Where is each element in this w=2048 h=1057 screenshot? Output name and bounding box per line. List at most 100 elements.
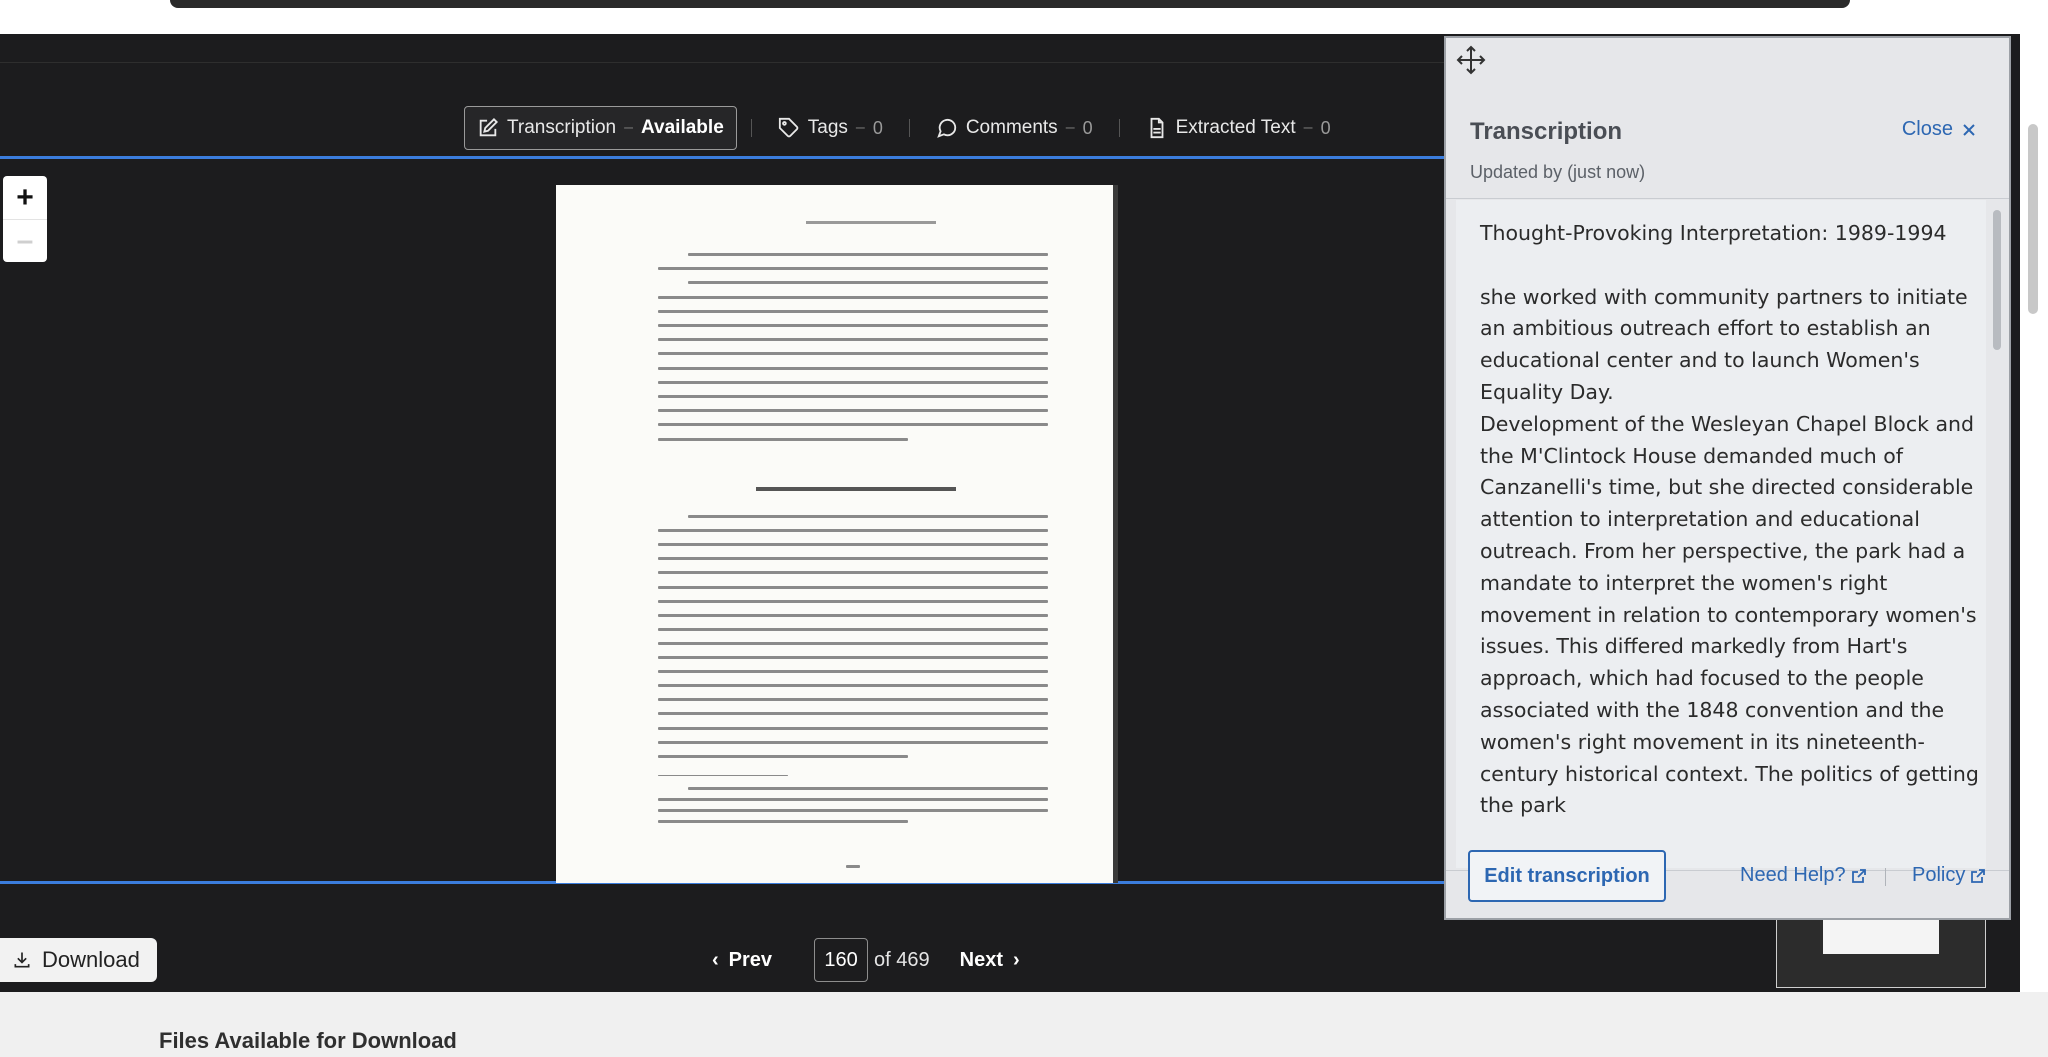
page-text-line — [658, 585, 1048, 589]
downloads-section: Files Available for Download — [0, 992, 2048, 1057]
page-scrollbar-thumb[interactable] — [2028, 124, 2038, 314]
page-text-line — [658, 684, 1048, 688]
tab-transcription-label: Transcription — [507, 117, 617, 138]
page-text-line — [658, 437, 908, 441]
prev-label: Prev — [728, 948, 773, 971]
page-text-line — [658, 809, 1048, 812]
page-scrollbar[interactable] — [2020, 34, 2048, 992]
transcription-panel: Transcription Close Updated by (just now… — [1444, 36, 2011, 920]
page-text-line — [658, 641, 1048, 645]
tab-extracted-text[interactable]: Extracted Text – 0 — [1134, 106, 1343, 150]
page-number-input[interactable]: 160 — [814, 938, 869, 982]
download-label: Download — [42, 947, 140, 972]
page-text-line — [658, 295, 1048, 299]
page-text-line — [688, 281, 1048, 285]
tab-divider — [908, 119, 910, 137]
transcription-paragraph: Development of the Wesleyan Chapel Block… — [1480, 411, 1979, 818]
close-icon — [1963, 123, 1975, 136]
page-text-line — [658, 656, 1048, 659]
link-separator — [1885, 868, 1886, 886]
tag-icon — [778, 117, 799, 138]
page-text-line — [658, 571, 1048, 575]
next-label: Next — [959, 948, 1004, 971]
page-text-line — [658, 338, 1048, 342]
need-help-label: Need Help? — [1740, 864, 1846, 886]
tab-tags-count: 0 — [872, 117, 883, 138]
transcription-text[interactable]: Thought-Provoking Interpretation: 1989-1… — [1456, 200, 1986, 868]
browser-tab-bar — [170, 0, 1850, 8]
tab-separator-dash: – — [1303, 119, 1313, 136]
close-button[interactable]: Close — [1902, 118, 1977, 141]
page-text-line — [658, 712, 1048, 716]
page-text-line — [658, 599, 1048, 603]
page-section-heading — [756, 487, 956, 491]
panel-title: Transcription — [1470, 118, 1623, 145]
page-number-mark — [846, 865, 860, 868]
zoom-out-button[interactable]: – — [3, 219, 47, 262]
policy-link[interactable]: Policy — [1912, 864, 1986, 887]
page-text-line — [658, 754, 908, 758]
tab-transcription[interactable]: Transcription – Available — [464, 106, 737, 150]
page-text-line — [658, 740, 1048, 744]
page-text-line — [658, 267, 1048, 271]
page-text-line — [658, 366, 1048, 370]
tab-extracted-text-label: Extracted Text — [1175, 117, 1296, 138]
tab-divider — [750, 119, 752, 137]
external-link-icon — [1971, 868, 1986, 883]
external-link-icon — [1851, 868, 1866, 883]
page-text-line — [658, 820, 908, 823]
tab-comments[interactable]: Comments – 0 — [924, 106, 1105, 150]
page-thumbnail[interactable] — [1823, 920, 1939, 954]
document-icon — [1150, 117, 1164, 139]
page-text-line — [658, 670, 1048, 674]
page-text-line — [658, 309, 1048, 313]
page-text-line — [658, 380, 1048, 384]
zoom-controls: + – — [3, 176, 47, 262]
tab-tags[interactable]: Tags – 0 — [766, 106, 895, 150]
page-text-line — [658, 529, 1048, 533]
tab-tags-label: Tags — [807, 117, 848, 138]
page-running-head — [806, 221, 936, 224]
page-text-line — [658, 557, 1048, 561]
page-text-line — [658, 395, 1048, 398]
panel-divider — [1446, 198, 2009, 199]
comment-icon — [937, 118, 956, 138]
transcription-scrollbar-thumb[interactable] — [1993, 210, 2001, 350]
browser-top-strip — [0, 0, 2048, 34]
transcription-scrollbar[interactable] — [1993, 204, 2001, 868]
tab-separator-dash: – — [624, 119, 634, 136]
updated-status: Updated by (just now) — [1470, 162, 1646, 182]
chevron-left-icon: ‹ — [712, 948, 719, 971]
page-text-line — [688, 787, 1048, 790]
tab-comments-label: Comments — [965, 117, 1058, 138]
page-text-line — [658, 324, 1048, 327]
viewer-tabs: Transcription – Available Tags – 0 Comme… — [464, 106, 1343, 150]
page-text-line — [658, 726, 1048, 730]
chevron-right-icon: › — [1013, 948, 1020, 971]
transcription-title: Thought-Provoking Interpretation: 1989-1… — [1480, 221, 1947, 245]
page-total: of 469 — [874, 948, 930, 971]
edit-transcription-button[interactable]: Edit transcription — [1468, 850, 1666, 902]
page-text-line — [658, 423, 1048, 427]
tab-separator-dash: – — [1065, 119, 1075, 136]
prev-button[interactable]: ‹ Prev — [712, 949, 772, 972]
zoom-in-button[interactable]: + — [3, 176, 47, 219]
download-button[interactable]: Download — [0, 938, 157, 982]
page-text-line — [658, 543, 1048, 547]
page-text-line — [658, 409, 1048, 413]
need-help-link[interactable]: Need Help? — [1740, 864, 1866, 887]
document-page-image — [556, 185, 1118, 883]
move-icon[interactable] — [1455, 44, 1487, 76]
tab-transcription-status: Available — [641, 117, 724, 138]
page-text-line — [658, 698, 1048, 702]
pager: ‹ Prev 160 of 469 Next › — [712, 938, 1020, 982]
tab-separator-dash: – — [855, 119, 865, 136]
page-text-line — [658, 798, 1048, 801]
close-label: Close — [1901, 118, 1953, 140]
downloads-heading: Files Available for Download — [159, 1028, 457, 1053]
thumbnail-strip[interactable] — [1776, 920, 1986, 988]
page-text-line — [658, 352, 1048, 356]
page-footnote-rule — [658, 775, 788, 776]
next-button[interactable]: Next › — [960, 949, 1020, 972]
